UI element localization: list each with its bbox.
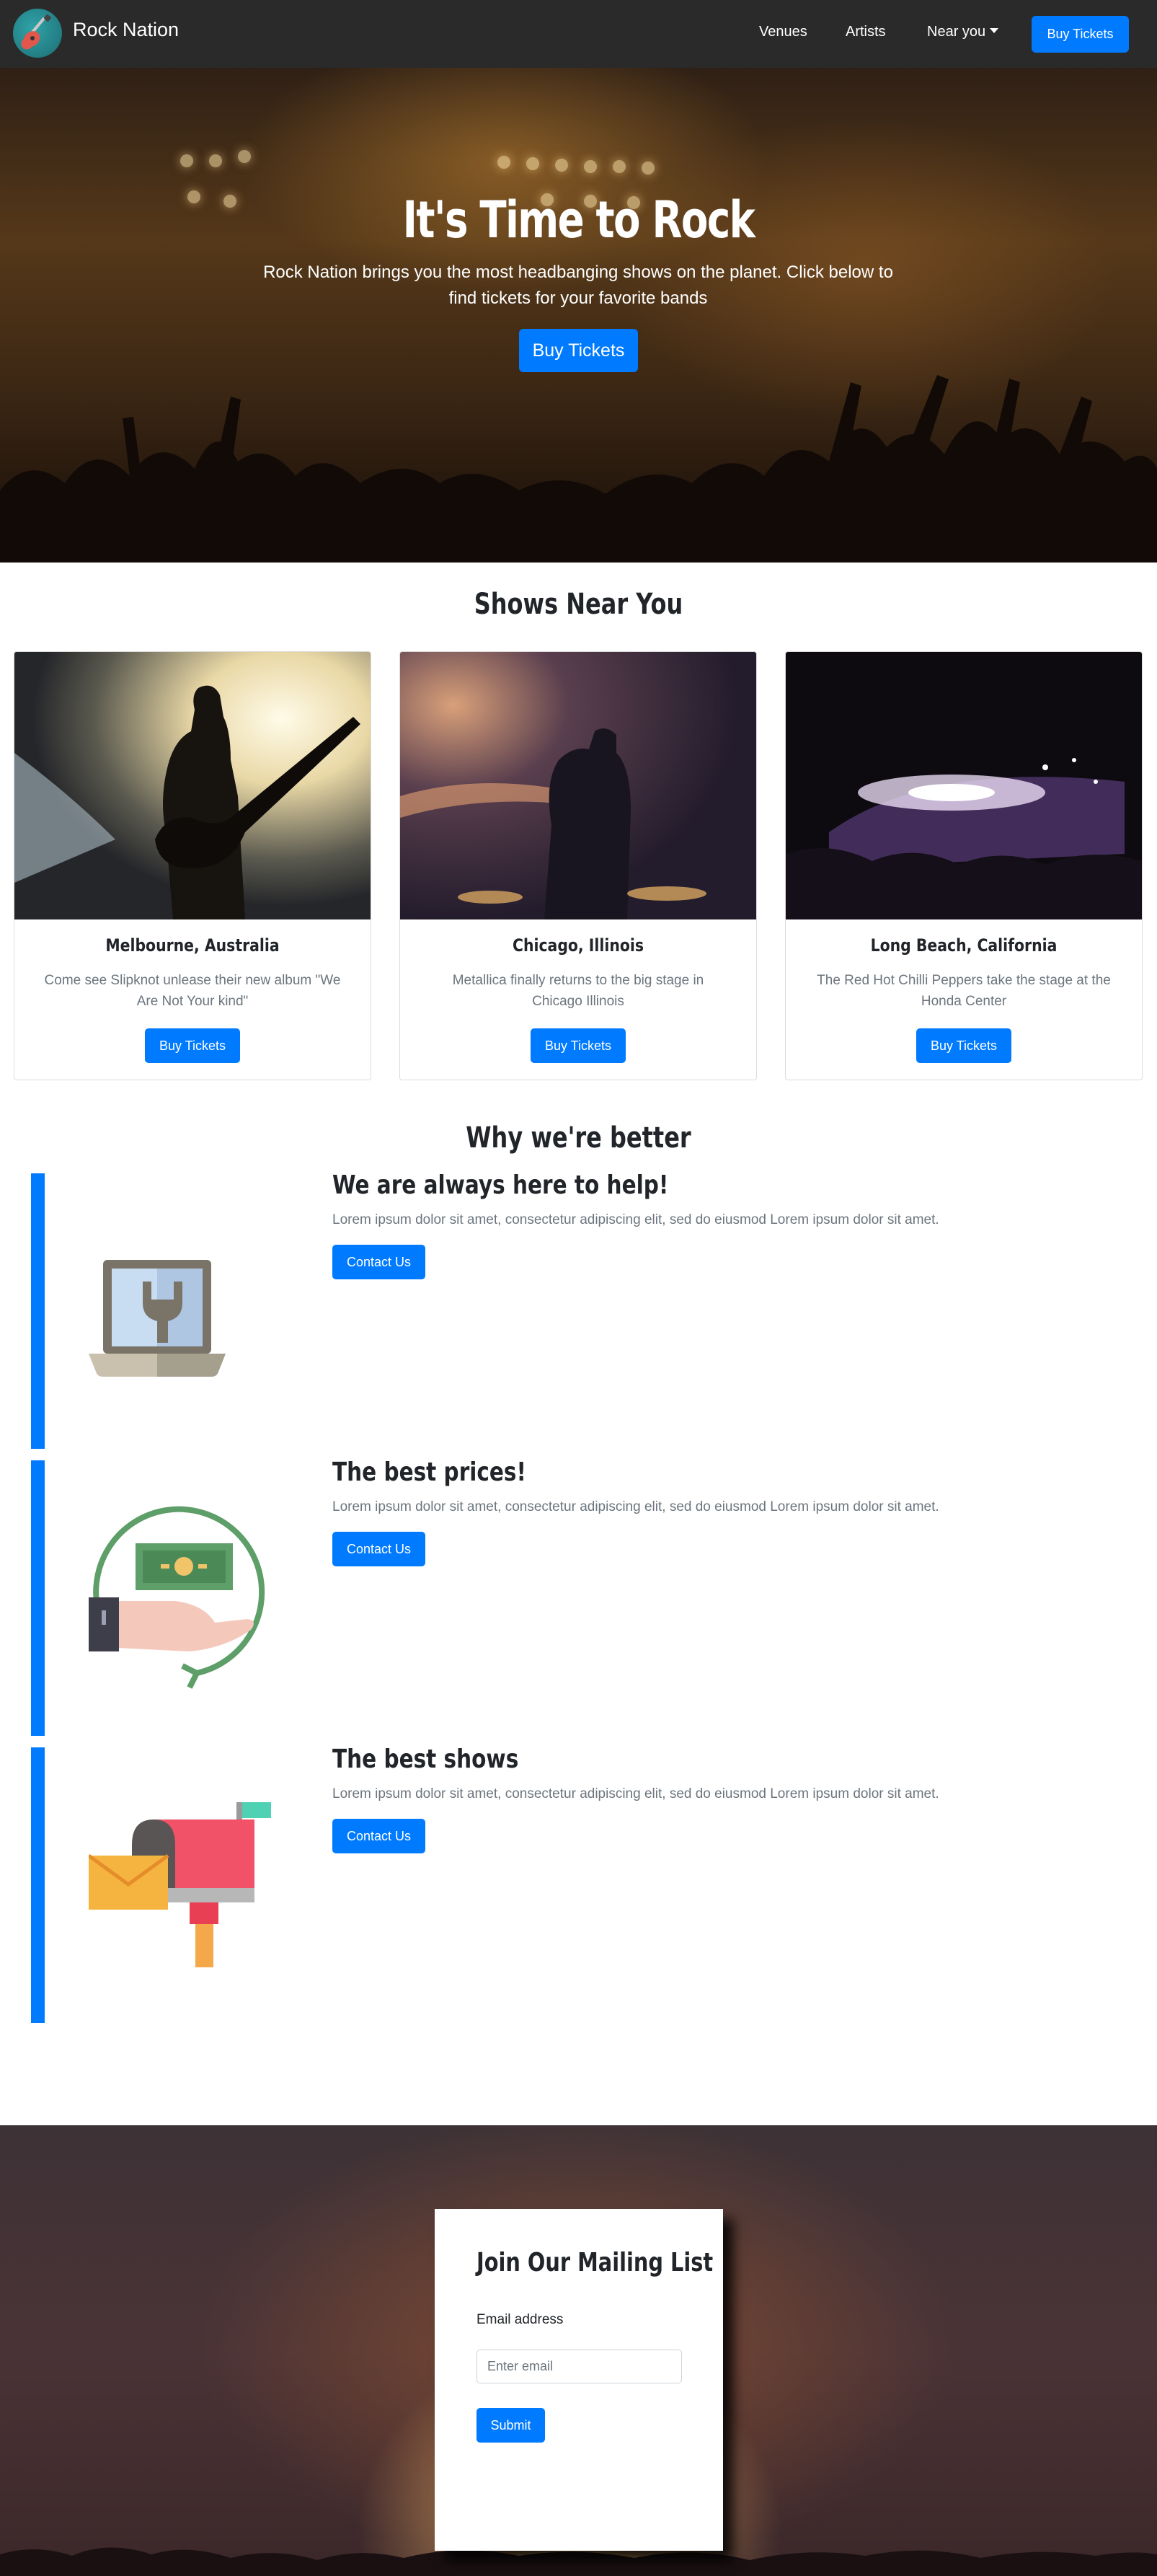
show-image-drummer	[400, 652, 756, 919]
hero-banner: It's Time to Rock Rock Nation brings you…	[0, 68, 1157, 563]
mailbox-icon	[87, 1791, 276, 1978]
nav-dropdown-near-you[interactable]: Near you	[927, 24, 999, 40]
caret-down-icon	[990, 28, 999, 33]
card-text: Metallica finally returns to the big sta…	[452, 973, 704, 1009]
feature-text: Lorem ipsum dolor sit amet, consectetur …	[332, 1499, 939, 1514]
navbar: Rock Nation Venues Artists Near you Buy …	[0, 0, 1157, 68]
mailing-card: Join Our Mailing List Email address Subm…	[435, 2209, 723, 2551]
card-text: The Red Hot Chilli Peppers take the stag…	[817, 973, 1111, 1009]
why-heading: Why we're better	[466, 1121, 691, 1155]
card-title: Chicago, Illinois	[512, 935, 644, 956]
guitar-logo-icon[interactable]	[13, 9, 62, 58]
feature-prices: The best prices! Lorem ipsum dolor sit a…	[31, 1457, 1040, 1736]
contact-us-button[interactable]: Contact Us	[332, 1819, 425, 1853]
submit-button[interactable]: Submit	[476, 2408, 545, 2443]
feature-text: Lorem ipsum dolor sit amet, consectetur …	[332, 1212, 939, 1227]
feature-title: The best prices!	[332, 1457, 526, 1487]
feature-accent-bar	[31, 1173, 45, 1449]
nav-buy-tickets-button[interactable]: Buy Tickets	[1032, 16, 1129, 53]
shows-heading: Shows Near You	[474, 588, 683, 621]
card-title: Long Beach, California	[870, 935, 1058, 956]
hero-title: It's Time to Rock	[402, 190, 755, 250]
email-input[interactable]	[476, 2350, 682, 2383]
show-card-long-beach: Long Beach, California The Red Hot Chill…	[785, 651, 1143, 1080]
money-hand-icon	[89, 1504, 276, 1691]
card-buy-tickets-button[interactable]: Buy Tickets	[916, 1028, 1011, 1063]
brand-name[interactable]: Rock Nation	[73, 19, 179, 41]
show-image-guitarist	[14, 652, 371, 919]
card-text: Come see Slipknot unlease their new albu…	[44, 973, 341, 1009]
feature-help: We are always here to help! Lorem ipsum …	[31, 1170, 1040, 1449]
feature-shows: The best shows Lorem ipsum dolor sit ame…	[31, 1744, 1040, 2023]
card-buy-tickets-button[interactable]: Buy Tickets	[145, 1028, 240, 1063]
card-buy-tickets-button[interactable]: Buy Tickets	[531, 1028, 626, 1063]
hero-buy-tickets-button[interactable]: Buy Tickets	[519, 329, 638, 372]
nav-link-artists[interactable]: Artists	[846, 24, 886, 40]
contact-us-button[interactable]: Contact Us	[332, 1245, 425, 1279]
show-image-festival	[786, 652, 1142, 919]
nav-link-venues[interactable]: Venues	[759, 24, 807, 40]
feature-title: The best shows	[332, 1744, 519, 1774]
nav-link-near-you-label: Near you	[927, 24, 986, 40]
hero-subtitle: Rock Nation brings you the most headbang…	[263, 263, 893, 308]
feature-accent-bar	[31, 1460, 45, 1736]
email-label: Email address	[476, 2312, 564, 2327]
mailing-section: Join Our Mailing List Email address Subm…	[0, 2125, 1157, 2576]
feature-text: Lorem ipsum dolor sit amet, consectetur …	[332, 1786, 939, 1801]
feature-accent-bar	[31, 1747, 45, 2023]
contact-us-button[interactable]: Contact Us	[332, 1532, 425, 1566]
card-title: Melbourne, Australia	[105, 935, 280, 956]
mailing-title: Join Our Mailing List	[476, 2248, 714, 2277]
show-card-chicago: Chicago, Illinois Metallica finally retu…	[399, 651, 757, 1080]
laptop-wrench-icon	[89, 1217, 276, 1404]
feature-title: We are always here to help!	[332, 1170, 669, 1200]
show-card-melbourne: Melbourne, Australia Come see Slipknot u…	[14, 651, 371, 1080]
crowd-silhouette	[0, 375, 1157, 563]
